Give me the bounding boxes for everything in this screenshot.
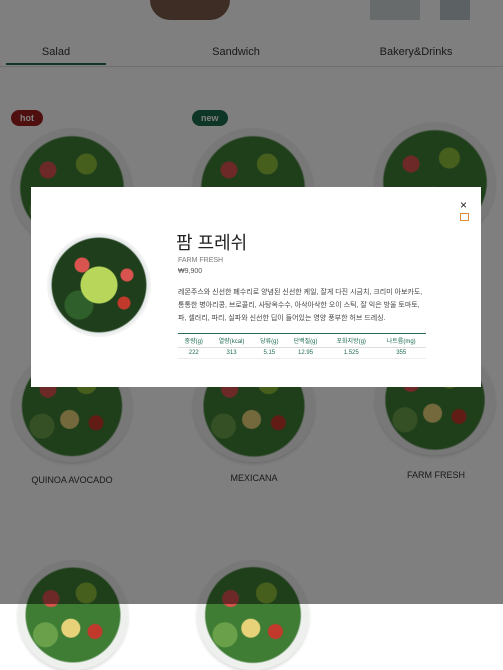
nutrition-table: 중량(g) 열량(kcal) 당류(g) 단백질(g) 포화지방(g) 나트륨(… xyxy=(178,333,426,359)
nutrition-header: 포화지방(g) xyxy=(326,333,377,348)
nutrition-header-row: 중량(g) 열량(kcal) 당류(g) 단백질(g) 포화지방(g) 나트륨(… xyxy=(178,333,426,348)
nutrition-value: 313 xyxy=(209,347,254,359)
nutrition-header: 나트륨(mg) xyxy=(376,333,426,348)
product-detail-modal: × 팜 프레쉬 FARM FRESH ₩9,900 레몬주스와 신선한 폐수리로… xyxy=(31,187,481,387)
nutrition-value-row: 222 313 5.15 12.95 1.525 355 xyxy=(178,347,426,359)
close-icon: × xyxy=(460,198,468,212)
nutrition-value: 222 xyxy=(178,347,210,359)
nutrition-value: 12.95 xyxy=(285,347,327,359)
nutrition-header: 당류(g) xyxy=(253,333,286,348)
product-title: 팜 프레쉬 xyxy=(176,233,248,253)
nutrition-value: 5.15 xyxy=(253,347,286,359)
product-subtitle: FARM FRESH xyxy=(178,257,224,264)
product-image xyxy=(49,235,149,335)
close-button[interactable]: × xyxy=(460,199,469,221)
nutrition-value: 1.525 xyxy=(326,347,377,359)
product-description: 레몬주스와 신선한 폐수리로 양념된 신선한 케일, 잘게 다진 시금치, 크리… xyxy=(178,289,423,322)
nutrition-header: 단백질(g) xyxy=(285,333,327,348)
nutrition-value: 355 xyxy=(376,347,426,359)
close-icon-frame xyxy=(460,213,469,221)
nutrition-header: 열량(kcal) xyxy=(209,333,254,348)
product-price: ₩9,900 xyxy=(178,268,203,275)
nutrition-header: 중량(g) xyxy=(178,333,210,348)
